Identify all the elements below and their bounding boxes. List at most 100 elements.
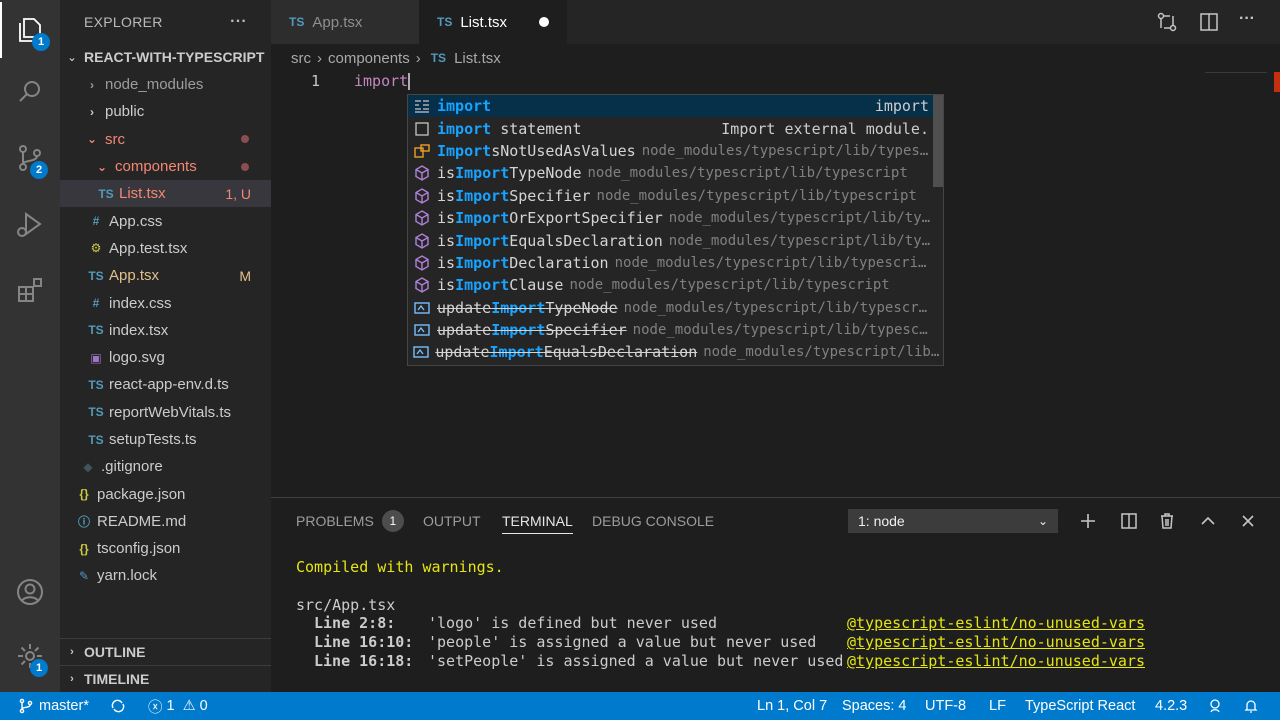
more-actions-icon[interactable]: ···	[230, 13, 247, 31]
code-line[interactable]: import	[354, 72, 411, 90]
suggestion-detail: node_modules/typescript/lib/typesc…	[632, 322, 928, 339]
suggestion-item[interactable]: updateImportEqualsDeclaration node_module…	[408, 341, 943, 363]
breadcrumb-components[interactable]: components	[328, 50, 410, 67]
run-debug-icon[interactable]	[0, 196, 60, 252]
split-terminal-icon[interactable]	[1116, 508, 1142, 534]
suggestion-item[interactable]: isImportSpecifier node_modules/typescript…	[408, 185, 943, 207]
split-editor-icon[interactable]	[1197, 10, 1221, 34]
tree-item-setup-tests[interactable]: TS setupTests.ts	[60, 426, 271, 453]
suggestion-label: import statement	[437, 119, 582, 138]
tree-item-list-tsx[interactable]: TS List.tsx 1, U	[60, 180, 271, 208]
feedback-icon[interactable]	[1207, 692, 1223, 720]
tab-debug-console[interactable]: DEBUG CONSOLE	[592, 498, 714, 544]
breadcrumb-file[interactable]: List.tsx	[454, 50, 501, 67]
tree-item-readme[interactable]: ⓘ README.md	[60, 508, 271, 535]
terminal-select[interactable]: 1: node ⌄	[848, 509, 1058, 533]
notifications-bell-icon[interactable]	[1243, 692, 1259, 720]
suggestion-item[interactable]: import statement Import external module.	[408, 117, 943, 139]
suggestion-item[interactable]: updateImportSpecifier node_modules/typesc…	[408, 319, 943, 341]
warning-rule[interactable]: @typescript-eslint/no-unused-vars	[847, 633, 1145, 651]
maximize-panel-icon[interactable]	[1195, 508, 1221, 534]
search-icon[interactable]	[0, 64, 60, 120]
tab-terminal-label: TERMINAL	[502, 513, 573, 529]
settings-gear-icon[interactable]: 1	[0, 628, 60, 684]
tree-item-index-tsx[interactable]: TS index.tsx	[60, 317, 271, 344]
close-panel-icon[interactable]	[1235, 508, 1261, 534]
timeline-section[interactable]: › TIMELINE	[60, 665, 271, 691]
breadcrumb-src[interactable]: src	[291, 50, 311, 67]
language-mode[interactable]: TypeScript React	[1025, 692, 1135, 720]
suggestion-item[interactable]: isImportDeclaration node_modules/typescri…	[408, 252, 943, 274]
chevron-right-icon: ›	[90, 104, 94, 119]
suggest-scrollbar[interactable]	[933, 95, 943, 187]
chevron-down-icon: ⌄	[86, 132, 98, 147]
tree-item-components[interactable]: ⌄ components	[60, 153, 271, 180]
variable-icon	[412, 299, 432, 317]
suggestion-item[interactable]: import import	[408, 95, 943, 118]
tree-item-app-tsx[interactable]: TS App.tsx M	[60, 262, 271, 289]
tree-item-label: components	[115, 158, 197, 176]
tree-item-app-test-tsx[interactable]: ⚙ App.test.tsx	[60, 235, 271, 262]
tree-item-yarn-lock[interactable]: ✎ yarn.lock	[60, 562, 271, 589]
explorer-icon[interactable]: 1	[0, 2, 60, 58]
tree-item-label: App.tsx	[109, 267, 160, 285]
problems-count-badge: 1	[381, 510, 404, 532]
tree-item-label: logo.svg	[109, 349, 165, 367]
tree-item-gitignore[interactable]: ◆ .gitignore	[60, 453, 271, 480]
tree-item-public[interactable]: › public	[60, 98, 271, 125]
chevron-right-icon: ›	[90, 77, 94, 92]
source-control-icon[interactable]: 2	[0, 130, 60, 186]
suggestion-detail: node_modules/typescript/lib/typescr…	[623, 299, 928, 316]
suggestion-item[interactable]: isImportTypeNode node_modules/typescript/…	[408, 162, 943, 184]
suggestion-detail: node_modules/typescript/lib/types…	[641, 142, 929, 159]
tree-item-label: .gitignore	[101, 458, 163, 476]
account-icon[interactable]	[0, 564, 60, 620]
end-of-line[interactable]: LF	[989, 692, 1006, 720]
suggestion-item[interactable]: isImportEqualsDeclaration node_modules/ty…	[408, 229, 943, 251]
problems-indicator[interactable]: ⓧ 1 ⚠ 0	[148, 692, 208, 720]
typescript-version[interactable]: 4.2.3	[1155, 692, 1187, 720]
trash-icon[interactable]	[1154, 508, 1180, 534]
tree-item-src[interactable]: ⌄ src	[60, 126, 271, 153]
tree-item-report-web-vitals[interactable]: TS reportWebVitals.ts	[60, 399, 271, 426]
css-file-icon: #	[92, 296, 100, 311]
extensions-icon[interactable]	[0, 262, 60, 318]
tree-item-index-css[interactable]: # index.css	[60, 289, 271, 316]
tab-label: List.tsx	[460, 13, 508, 31]
encoding[interactable]: UTF-8	[925, 692, 966, 720]
suggestion-item[interactable]: updateImportTypeNode node_modules/typescr…	[408, 297, 943, 319]
tree-item-label: setupTests.ts	[109, 431, 197, 448]
suggestion-label: isImportTypeNode	[437, 164, 582, 183]
indentation[interactable]: Spaces: 4	[842, 692, 907, 720]
suggestion-item[interactable]: isImportClause node_modules/typescript/li…	[408, 274, 943, 296]
tree-item-logo-svg[interactable]: ▣ logo.svg	[60, 344, 271, 371]
tab-debug-label: DEBUG CONSOLE	[592, 513, 715, 529]
tab-terminal[interactable]: TERMINAL	[502, 498, 573, 544]
suggestion-item[interactable]: ImportsNotUsedAsValues node_modules/types…	[408, 140, 943, 162]
tree-item-tsconfig[interactable]: {} tsconfig.json	[60, 535, 271, 562]
tree-item-react-app-env[interactable]: TS react-app-env.d.ts	[60, 371, 271, 398]
tab-list-tsx[interactable]: TS List.tsx	[419, 0, 567, 44]
warning-rule[interactable]: @typescript-eslint/no-unused-vars	[847, 652, 1145, 670]
bottom-panel: PROBLEMS 1 OUTPUT TERMINAL DEBUG CONSOLE…	[271, 497, 1280, 692]
error-count: 1	[166, 698, 175, 714]
unsaved-dot-icon[interactable]	[539, 17, 549, 27]
tree-item-app-css[interactable]: # App.css	[60, 207, 271, 234]
tab-problems[interactable]: PROBLEMS 1	[296, 498, 404, 544]
tree-item-node-modules[interactable]: › node_modules	[60, 71, 271, 98]
editor-tab-bar: TS App.tsx TS List.tsx ···	[271, 0, 1280, 44]
sync-icon[interactable]	[110, 692, 126, 720]
tree-item-package-json[interactable]: {} package.json	[60, 480, 271, 507]
branch-indicator[interactable]: master*	[18, 692, 89, 720]
tab-app-tsx[interactable]: TS App.tsx	[271, 0, 419, 44]
warning-rule[interactable]: @typescript-eslint/no-unused-vars	[847, 614, 1145, 632]
new-terminal-icon[interactable]	[1075, 508, 1101, 534]
scm-badge: 2	[30, 161, 48, 179]
tab-output[interactable]: OUTPUT	[423, 498, 481, 544]
outline-section[interactable]: › OUTLINE	[60, 638, 271, 664]
more-actions-icon[interactable]: ···	[1235, 10, 1259, 34]
cursor-position[interactable]: Ln 1, Col 7	[757, 692, 827, 720]
project-section[interactable]: ⌄ REACT-WITH-TYPESCRIPT	[60, 44, 271, 70]
compare-changes-icon[interactable]	[1155, 10, 1179, 34]
suggestion-item[interactable]: isImportOrExportSpecifier node_modules/ty…	[408, 207, 943, 229]
